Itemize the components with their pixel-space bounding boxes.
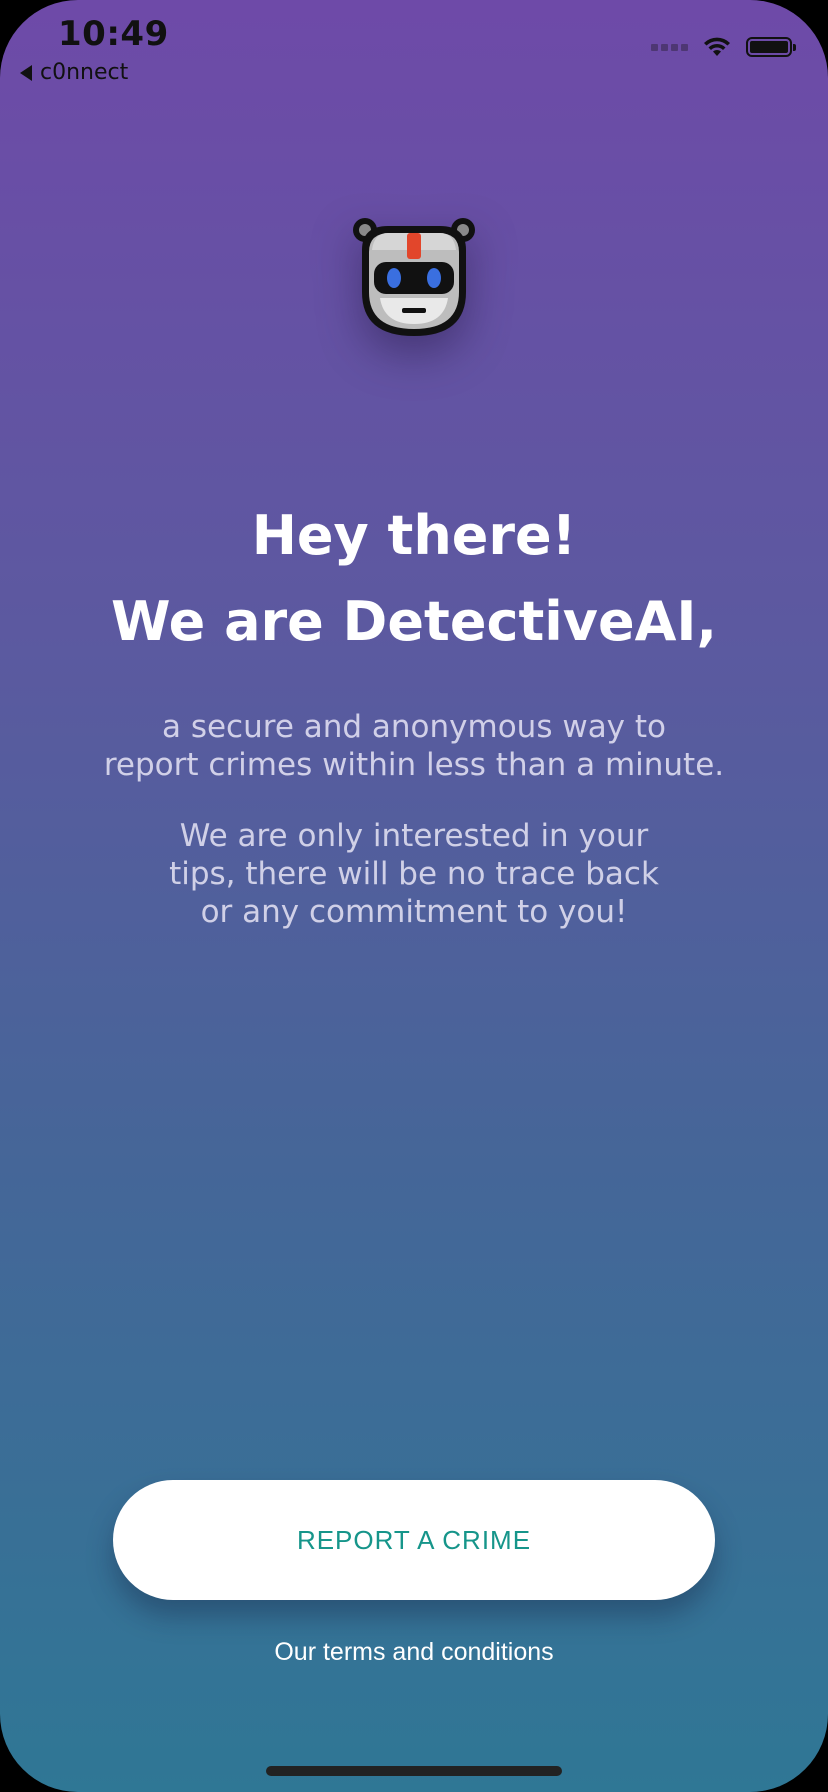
wifi-icon [704, 37, 730, 56]
report-crime-button[interactable]: REPORT A CRIME [113, 1480, 715, 1600]
robot-face-icon [344, 210, 484, 350]
battery-icon [746, 37, 796, 57]
status-icons [651, 36, 796, 58]
back-app-label: c0nnect [40, 60, 129, 85]
status-time: 10:49 [58, 14, 169, 54]
greeting-title: Hey there! [251, 504, 577, 567]
cellular-signal-icon [651, 43, 688, 51]
welcome-screen: 10:49 c0nnect Hey there! We are Detectiv… [0, 0, 828, 1792]
battery-level [750, 41, 788, 53]
privacy-paragraph: We are only interested in your tips, the… [169, 818, 659, 930]
home-indicator[interactable] [266, 1766, 562, 1776]
back-to-app-button[interactable]: c0nnect [20, 60, 128, 85]
brand-title: We are DetectiveAI, [111, 590, 717, 653]
terms-link[interactable]: Our terms and conditions [0, 1638, 828, 1667]
back-arrow-icon [20, 64, 32, 81]
intro-paragraph: a secure and anonymous way to report cri… [103, 709, 725, 783]
